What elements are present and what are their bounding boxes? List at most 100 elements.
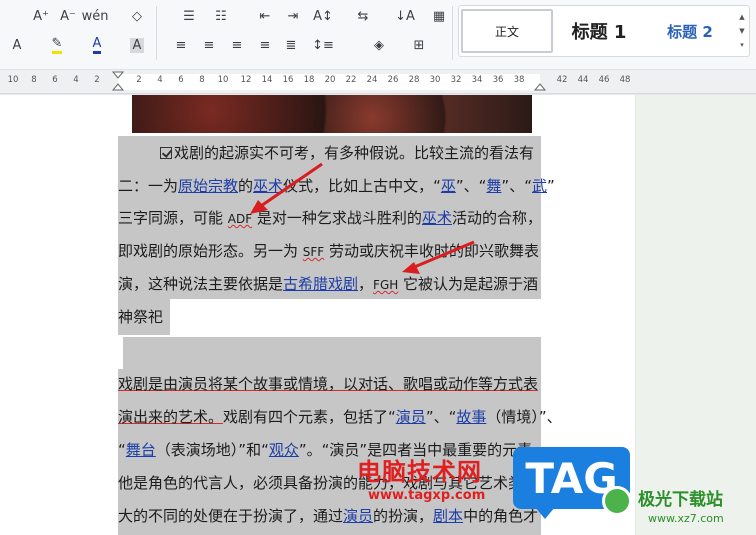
paragraph-line[interactable]: 二：一为原始宗教的巫术仪式，比如上古中文，“巫”、“舞”、“武” — [118, 176, 555, 196]
ruler-number: 10 — [217, 75, 229, 85]
paragraph-line[interactable]: 戏剧是由演员将某个故事或情境，以对话、歌唱或动作等方式表 — [118, 374, 538, 394]
paragraph-line[interactable]: 大的不同的处便在于扮演了，通过演员的扮演，剧本中的角色才 — [118, 506, 538, 526]
phonetic-guide-button[interactable]: wén — [82, 5, 109, 27]
hyperlink[interactable]: 原始宗教 — [178, 177, 238, 195]
decrease-indent-button[interactable]: ⇤ — [252, 5, 278, 27]
font-color-icon: A — [92, 36, 102, 54]
text-run: 戏剧的起源实不可考，有多种假说。比较主流的看法有 — [174, 144, 535, 162]
text-run: ”、“ — [455, 177, 487, 195]
borders-icon: ⊞ — [413, 37, 425, 53]
paragraph-line[interactable]: 演出来的艺术。戏剧有四个元素，包括了“演员”、“故事（情境）”、 — [118, 407, 562, 427]
line-break-button[interactable]: ⇆ — [350, 5, 376, 27]
side-pane — [636, 95, 756, 535]
char-shading-icon: A — [129, 37, 145, 53]
hyperlink[interactable]: 演员 — [396, 408, 426, 426]
sort-icon: ↓A — [395, 8, 415, 24]
ruler-number: 14 — [261, 75, 273, 85]
distributed-icon: ≣ — [285, 37, 297, 53]
ribbon-toolbar: A⁺ A⁻ wén ◇ ☰ ☷ ⇤ ⇥ A↕ ⇆ ↓A ▦ A ✎ A A ≡ ≡ ≡ ≡ ≣ ↕≡ ◈ ⊞ 正文 标题 1… — [0, 0, 756, 70]
ruler-number: 8 — [31, 75, 37, 85]
align-center-button[interactable]: ≡ — [196, 34, 222, 56]
text-effect-button[interactable]: A — [4, 34, 30, 56]
paragraph-line[interactable]: “舞台（表演场地）”和“观众”。“演员”是四者当中最重要的元素， — [118, 440, 547, 460]
hyperlink[interactable]: 巫术 — [422, 209, 452, 227]
text-run: 戏剧有四个元素，包括了“ — [223, 408, 396, 426]
highlight-icon: ✎ — [51, 36, 63, 54]
borders-button[interactable]: ⊞ — [406, 34, 432, 56]
checkbox-icon[interactable] — [160, 147, 172, 159]
text-direction-icon: A↕ — [313, 8, 333, 24]
font-size-increase-button[interactable]: A⁺ — [28, 5, 54, 27]
text-direction-button[interactable]: A↕ — [310, 5, 336, 27]
bullets-button[interactable]: ☰ — [176, 5, 202, 27]
hyperlink[interactable]: 剧本 — [433, 507, 463, 525]
ruler-number: 6 — [178, 75, 184, 85]
align-left-icon: ≡ — [175, 37, 187, 53]
paragraph-line[interactable]: 戏剧的起源实不可考，有多种假说。比较主流的看法有 — [160, 143, 534, 163]
style-gallery-scroll[interactable]: ▲ ▼ ▾ — [737, 10, 747, 52]
ruler-number: 4 — [157, 75, 163, 85]
ruler-number: 48 — [619, 75, 631, 85]
decrease-indent-icon: ⇤ — [259, 8, 271, 24]
horizontal-ruler[interactable]: 10 8 6 4 2 2 4 6 8 10 12 14 16 18 20 22 24 26 28 30 32 34 36 38… — [0, 70, 756, 94]
line-spacing-icon: ↕≡ — [312, 37, 334, 53]
char-shading-button[interactable]: A — [124, 34, 150, 56]
justify-icon: ≡ — [259, 37, 271, 53]
ruler-number: 4 — [73, 75, 79, 85]
ribbon-separator — [156, 6, 157, 60]
paragraph-line[interactable]: 神祭祀 — [118, 307, 163, 327]
align-right-button[interactable]: ≡ — [224, 34, 250, 56]
text-run: 即戏剧的原始形态。另一为 — [118, 242, 303, 260]
show-marks-icon: ▦ — [432, 8, 446, 24]
hyperlink[interactable]: 故事 — [456, 408, 486, 426]
style-gallery: 正文 标题 1 标题 2 ▲ ▼ ▾ — [458, 5, 750, 57]
hyperlink[interactable]: 武 — [532, 177, 547, 195]
watermark-url: www.tagxp.com — [368, 488, 486, 503]
ruler-number: 28 — [408, 75, 420, 85]
ruler-number: 24 — [366, 75, 378, 85]
numbering-button[interactable]: ☷ — [208, 5, 234, 27]
ruler-number: 18 — [303, 75, 315, 85]
highlight-button[interactable]: ✎ — [44, 34, 70, 56]
document-image[interactable] — [132, 95, 532, 133]
clear-format-button[interactable]: ◇ — [124, 5, 150, 27]
aurora-logo-url: www.xz7.com — [648, 512, 724, 525]
text-run: 演出来的艺术。 — [118, 408, 224, 426]
hyperlink[interactable]: 观众 — [269, 441, 299, 459]
distributed-button[interactable]: ≣ — [278, 34, 304, 56]
text-run: 中的角色才 — [463, 507, 539, 525]
show-marks-button[interactable]: ▦ — [426, 5, 452, 27]
text-run: 演，这种说法主要依据是 — [118, 275, 284, 293]
sort-button[interactable]: ↓A — [392, 5, 418, 27]
shading-button[interactable]: ◈ — [366, 34, 392, 56]
shading-icon: ◈ — [374, 37, 384, 53]
indent-marker-icon[interactable] — [110, 70, 126, 94]
hyperlink[interactable]: 舞 — [486, 177, 501, 195]
style-heading1-button[interactable]: 标题 1 — [559, 9, 639, 53]
watermark-site-name: 电脑技术网 — [357, 458, 482, 486]
hyperlink[interactable]: 古希腊戏剧 — [283, 275, 358, 293]
hyperlink[interactable]: 舞台 — [126, 441, 156, 459]
text-run: （情境）”、 — [486, 408, 562, 426]
latin-text: SFF — [302, 245, 325, 259]
hyperlink[interactable]: 演员 — [343, 507, 373, 525]
ruler-number: 38 — [513, 75, 525, 85]
increase-indent-button[interactable]: ⇥ — [280, 5, 306, 27]
align-left-button[interactable]: ≡ — [168, 34, 194, 56]
right-indent-marker-icon[interactable] — [532, 76, 548, 92]
line-spacing-button[interactable]: ↕≡ — [310, 34, 336, 56]
align-center-icon: ≡ — [203, 37, 215, 53]
justify-button[interactable]: ≡ — [252, 34, 278, 56]
ruler-number: 2 — [94, 75, 100, 85]
style-heading2-button[interactable]: 标题 2 — [655, 9, 725, 53]
style-normal-button[interactable]: 正文 — [461, 9, 553, 53]
hyperlink[interactable]: 巫 — [441, 177, 456, 195]
line-break-icon: ⇆ — [357, 8, 369, 24]
annotation-arrow-icon — [250, 162, 323, 214]
ruler-number: 10 — [7, 75, 19, 85]
font-size-decrease-button[interactable]: A⁻ — [55, 5, 81, 27]
text-run: 二：一为 — [118, 177, 179, 195]
font-color-button[interactable]: A — [84, 34, 110, 56]
text-run: ”、“ — [501, 177, 532, 195]
text-run: ， — [358, 275, 374, 293]
